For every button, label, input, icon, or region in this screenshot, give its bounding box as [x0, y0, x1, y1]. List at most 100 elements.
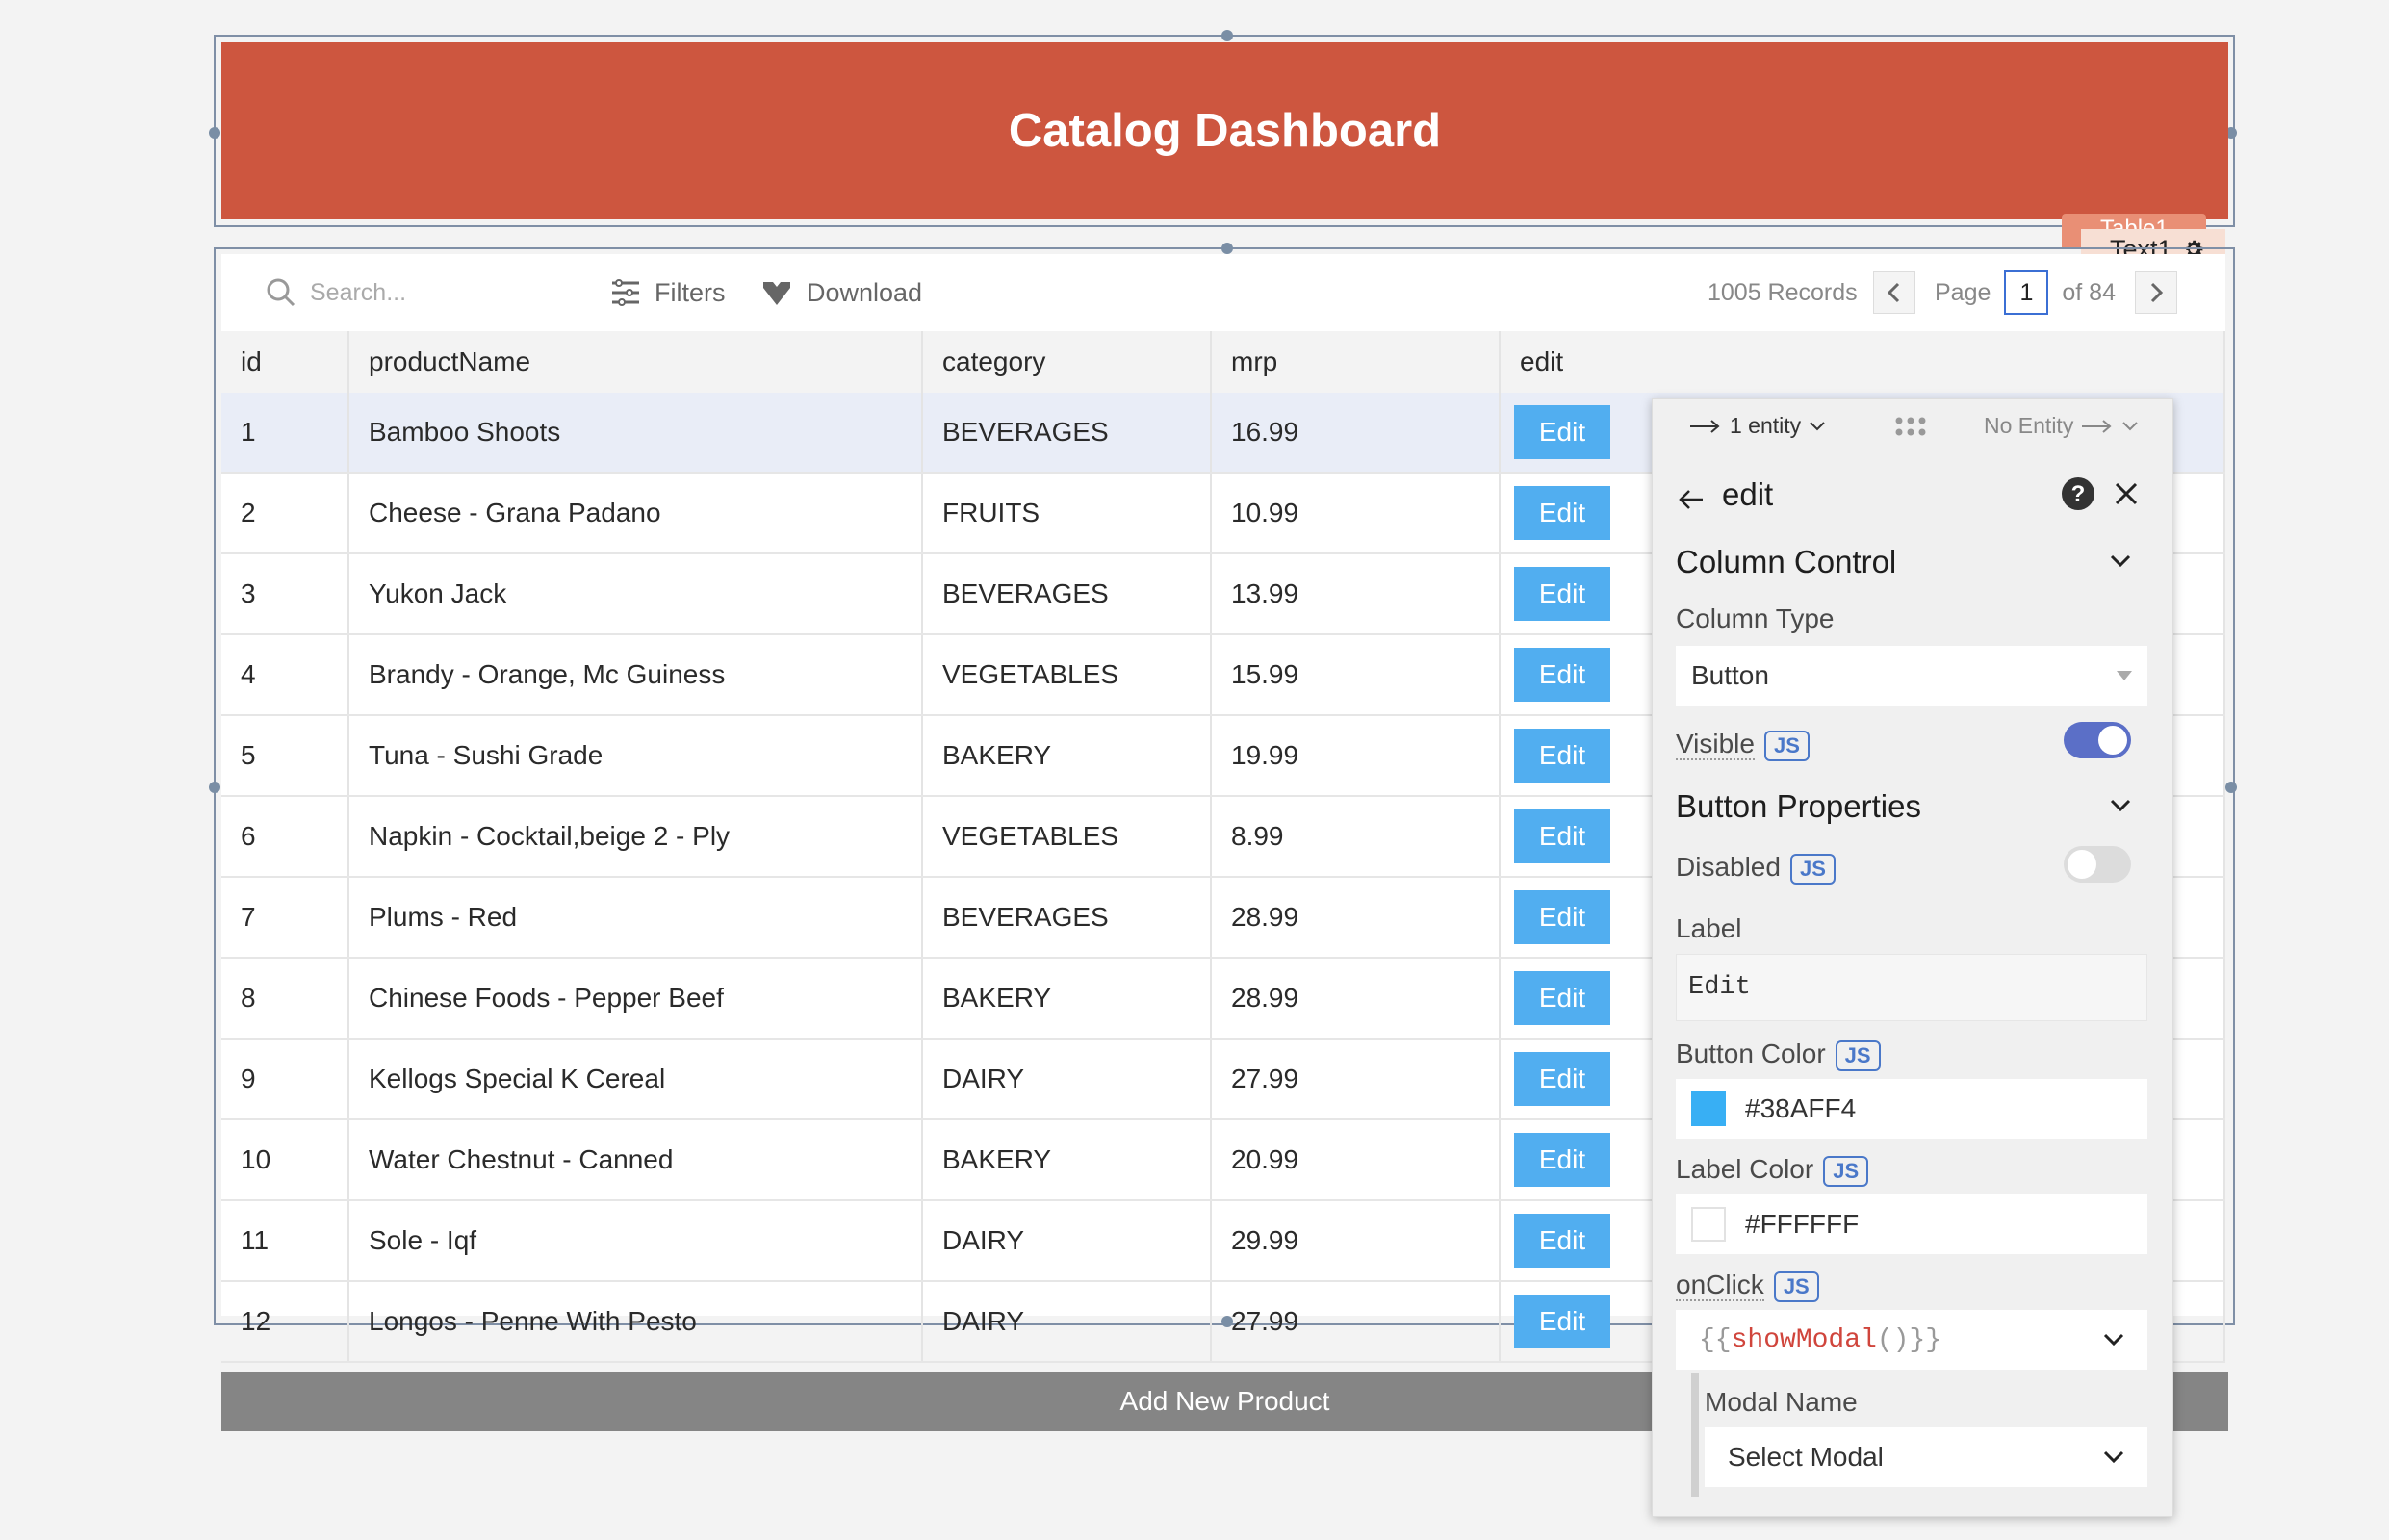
column-header-edit[interactable]: edit	[1500, 331, 2225, 393]
download-button[interactable]: Download	[760, 254, 922, 331]
svg-text:?: ?	[2071, 481, 2086, 507]
chevron-down-icon[interactable]	[2109, 553, 2132, 569]
chevron-down-icon[interactable]	[2109, 798, 2132, 813]
cell-category: FRUITS	[922, 473, 1212, 554]
pane-title[interactable]: edit	[1722, 476, 1773, 513]
js-toggle-button[interactable]: JS	[1823, 1155, 1869, 1187]
edit-row-button[interactable]: Edit	[1514, 648, 1610, 702]
visible-property: Visible JS	[1676, 729, 1810, 761]
js-toggle-button[interactable]: JS	[1773, 1270, 1819, 1302]
entity-out-dropdown[interactable]: No Entity	[1984, 413, 2139, 439]
cell-category: BEVERAGES	[922, 877, 1212, 959]
filters-button[interactable]: Filters	[610, 254, 726, 331]
cell-productname: Yukon Jack	[348, 553, 923, 635]
column-type-value: Button	[1691, 660, 1769, 690]
cell-mrp: 28.99	[1211, 958, 1501, 1040]
page-label: Page	[1935, 278, 1991, 306]
cell-mrp: 28.99	[1211, 877, 1501, 959]
cell-productname: Napkin - Cocktail,beige 2 - Ply	[348, 796, 923, 878]
edit-row-button[interactable]: Edit	[1514, 405, 1610, 459]
cell-productname: Plums - Red	[348, 877, 923, 959]
section-button-properties[interactable]: Button Properties	[1676, 788, 1921, 825]
color-swatch[interactable]	[1691, 1207, 1726, 1242]
entity-in-dropdown[interactable]: 1 entity	[1689, 413, 1826, 439]
edit-row-button[interactable]: Edit	[1514, 1133, 1610, 1187]
toggle-knob	[2068, 850, 2096, 879]
edit-row-button[interactable]: Edit	[1514, 890, 1610, 944]
edit-row-button[interactable]: Edit	[1514, 567, 1610, 621]
cell-category: VEGETABLES	[922, 796, 1212, 878]
js-toggle-button[interactable]: JS	[1763, 730, 1810, 761]
column-header-id[interactable]: id	[221, 331, 349, 393]
add-new-product-label: Add New Product	[1119, 1386, 1330, 1416]
label-input[interactable]: Edit	[1676, 954, 2147, 1021]
onclick-property: onClick JS	[1676, 1270, 1819, 1302]
cell-mrp: 27.99	[1211, 1281, 1501, 1363]
previous-page-button[interactable]	[1873, 271, 1915, 314]
property-pane: 1 entity No Entity edit ? Column Control…	[1652, 398, 2173, 1517]
download-icon	[763, 282, 790, 305]
button-color-input[interactable]: #38AFF4	[1676, 1079, 2147, 1139]
column-header-productname[interactable]: productName	[348, 331, 923, 393]
edit-row-button[interactable]: Edit	[1514, 729, 1610, 783]
cell-productname: Chinese Foods - Pepper Beef	[348, 958, 923, 1040]
cell-id: 5	[221, 715, 349, 797]
column-type-select[interactable]: Button	[1676, 646, 2147, 706]
section-column-control[interactable]: Column Control	[1676, 544, 1896, 580]
edit-row-button[interactable]: Edit	[1514, 1214, 1610, 1268]
label-color-input[interactable]: #FFFFFF	[1676, 1194, 2147, 1254]
filters-label: Filters	[655, 277, 726, 307]
page-title: Catalog Dashboard	[1008, 105, 1442, 157]
cell-category: BAKERY	[922, 958, 1212, 1040]
cell-category: BAKERY	[922, 1119, 1212, 1201]
edit-row-button[interactable]: Edit	[1514, 809, 1610, 863]
visible-label: Visible	[1676, 729, 1755, 760]
search-input[interactable]: Search...	[310, 279, 406, 307]
cell-id: 7	[221, 877, 349, 959]
cell-id: 9	[221, 1039, 349, 1120]
cell-category: DAIRY	[922, 1200, 1212, 1282]
edit-row-button[interactable]: Edit	[1514, 971, 1610, 1025]
pagination: Page 1 of 84	[1873, 254, 2177, 331]
modal-name-select[interactable]: Select Modal	[1705, 1427, 2147, 1487]
help-icon[interactable]: ?	[2061, 476, 2095, 511]
cell-productname: Longos - Penne With Pesto	[348, 1281, 923, 1363]
resize-handle[interactable]	[209, 127, 220, 139]
column-header-mrp[interactable]: mrp	[1211, 331, 1501, 393]
disabled-label: Disabled	[1676, 852, 1781, 882]
edit-row-button[interactable]: Edit	[1514, 1295, 1610, 1348]
resize-handle[interactable]	[209, 782, 220, 793]
cell-productname: Kellogs Special K Cereal	[348, 1039, 923, 1120]
onclick-label: onClick	[1676, 1270, 1764, 1301]
cell-mrp: 10.99	[1211, 473, 1501, 554]
column-header-category[interactable]: category	[922, 331, 1212, 393]
cell-id: 4	[221, 634, 349, 716]
cell-id: 10	[221, 1119, 349, 1201]
cell-productname: Sole - Iqf	[348, 1200, 923, 1282]
close-icon[interactable]	[2113, 480, 2140, 507]
resize-handle[interactable]	[2225, 782, 2237, 793]
color-swatch[interactable]	[1691, 1091, 1726, 1126]
back-arrow-icon[interactable]	[1678, 486, 1705, 513]
button-color-property: Button Color JS	[1676, 1039, 1881, 1071]
cell-mrp: 19.99	[1211, 715, 1501, 797]
cell-mrp: 29.99	[1211, 1200, 1501, 1282]
js-toggle-button[interactable]: JS	[1835, 1040, 1881, 1071]
page-number-input[interactable]: 1	[2004, 270, 2049, 315]
drag-handle-icon[interactable]	[1893, 415, 1928, 438]
next-page-button[interactable]	[2135, 271, 2177, 314]
edit-row-button[interactable]: Edit	[1514, 1052, 1610, 1106]
visible-toggle[interactable]	[2064, 722, 2131, 758]
cell-productname: Brandy - Orange, Mc Guiness	[348, 634, 923, 716]
resize-handle[interactable]	[1221, 243, 1233, 254]
resize-handle[interactable]	[1221, 30, 1233, 41]
edit-row-button[interactable]: Edit	[1514, 486, 1610, 540]
table-search[interactable]: Search...	[266, 254, 406, 331]
disabled-toggle[interactable]	[2064, 846, 2131, 883]
table-toolbar: Search... Filters Download 1005 Records …	[221, 254, 2225, 331]
js-toggle-button[interactable]: JS	[1789, 853, 1836, 885]
cell-mrp: 20.99	[1211, 1119, 1501, 1201]
cell-id: 1	[221, 393, 349, 474]
onclick-action-select[interactable]: {{showModal()}}	[1676, 1310, 2147, 1370]
cell-category: BEVERAGES	[922, 393, 1212, 474]
